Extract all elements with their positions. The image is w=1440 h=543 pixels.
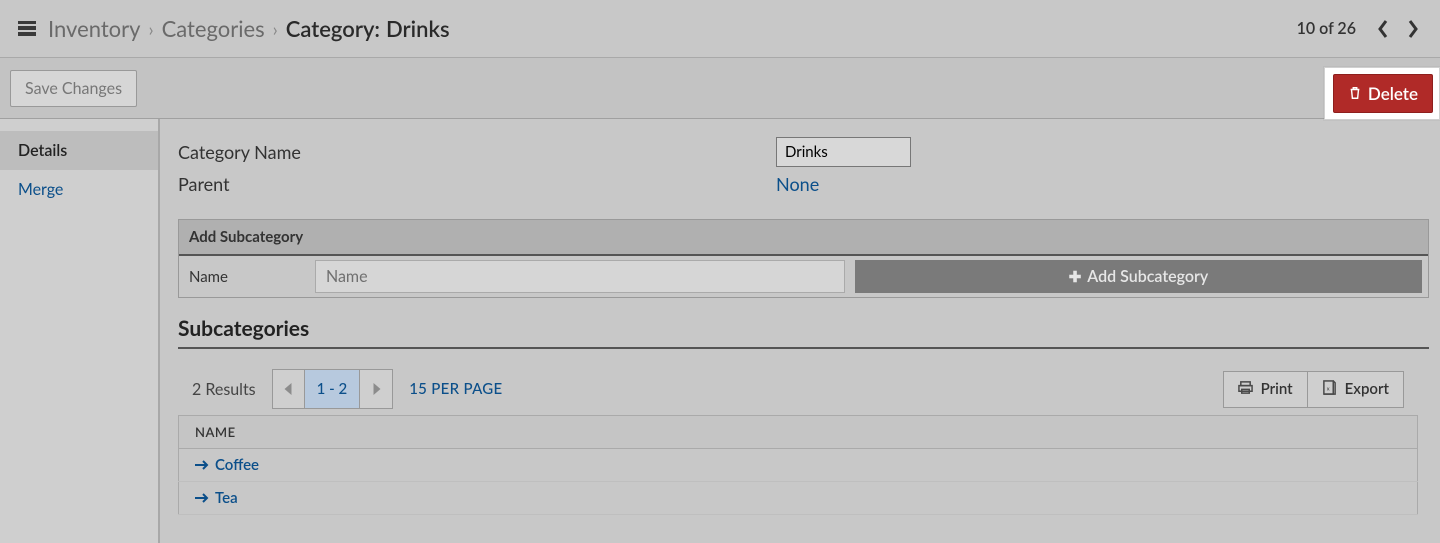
- category-name-input[interactable]: [776, 137, 911, 167]
- crumb-category-label: Category:: [286, 15, 380, 42]
- export-label: Export: [1345, 380, 1389, 398]
- sidebar-item-merge[interactable]: Merge: [0, 170, 158, 209]
- results-count: 2 Results: [192, 380, 256, 399]
- per-page-link[interactable]: 15 PER PAGE: [409, 380, 502, 398]
- pager-next[interactable]: [360, 370, 392, 408]
- table-row: Coffee: [179, 449, 1418, 482]
- export-button[interactable]: x Export: [1308, 371, 1404, 408]
- main-panel: Category Name Parent None Add Subcategor…: [160, 119, 1440, 543]
- subcategories-table: NAME Coffee Tea: [178, 415, 1418, 515]
- parent-link[interactable]: None: [776, 173, 819, 195]
- save-button[interactable]: Save Changes: [10, 70, 137, 107]
- add-subcategory-button[interactable]: ✚ Add Subcategory: [855, 260, 1422, 293]
- pager: 1 - 2: [272, 369, 394, 409]
- print-icon: [1238, 380, 1253, 399]
- trash-icon: [1348, 83, 1362, 104]
- export-icon: x: [1322, 380, 1337, 399]
- chevron-right-icon: ›: [148, 18, 153, 40]
- subcategories-heading: Subcategories: [178, 316, 1429, 349]
- crumb-categories[interactable]: Categories: [162, 15, 265, 42]
- breadcrumb-bar: Inventory › Categories › Category: Drink…: [0, 0, 1440, 58]
- subcategory-link[interactable]: Coffee: [195, 456, 259, 474]
- print-label: Print: [1261, 380, 1293, 398]
- results-bar: 2 Results 1 - 2 15 PER PAGE Print: [178, 363, 1418, 415]
- chevron-right-icon: ›: [273, 18, 278, 40]
- add-subcategory-title: Add Subcategory: [179, 220, 1428, 256]
- crumb-current: Drinks: [386, 15, 450, 42]
- app-icon: [18, 21, 36, 36]
- next-record-button[interactable]: [1404, 20, 1422, 38]
- delete-highlight: Delete: [1324, 67, 1440, 120]
- arrow-right-icon: [195, 493, 209, 503]
- subcategory-name: Coffee: [215, 456, 259, 474]
- add-subcategory-panel: Add Subcategory Name ✚ Add Subcategory: [178, 219, 1429, 298]
- sidebar-item-details[interactable]: Details: [0, 131, 158, 170]
- subcategory-name: Tea: [215, 489, 238, 507]
- svg-text:x: x: [1326, 385, 1329, 392]
- category-name-label: Category Name: [178, 141, 776, 163]
- subcategory-name-input[interactable]: [315, 260, 845, 293]
- parent-label: Parent: [178, 173, 776, 195]
- print-button[interactable]: Print: [1223, 371, 1308, 408]
- delete-label: Delete: [1368, 83, 1418, 104]
- arrow-right-icon: [195, 460, 209, 470]
- plus-icon: ✚: [1069, 268, 1082, 286]
- prev-record-button[interactable]: [1374, 20, 1392, 38]
- add-subcategory-button-label: Add Subcategory: [1087, 267, 1208, 286]
- side-nav: Details Merge: [0, 119, 160, 543]
- action-bar: Save Changes Delete: [0, 58, 1440, 119]
- add-subcategory-field-label: Name: [185, 268, 311, 286]
- crumb-inventory[interactable]: Inventory: [48, 15, 140, 42]
- delete-button[interactable]: Delete: [1333, 74, 1433, 113]
- table-row: Tea: [179, 482, 1418, 515]
- record-counter: 10 of 26: [1297, 19, 1356, 38]
- col-name[interactable]: NAME: [179, 416, 1418, 449]
- subcategory-link[interactable]: Tea: [195, 489, 238, 507]
- pager-range[interactable]: 1 - 2: [305, 370, 361, 408]
- pager-prev[interactable]: [273, 370, 305, 408]
